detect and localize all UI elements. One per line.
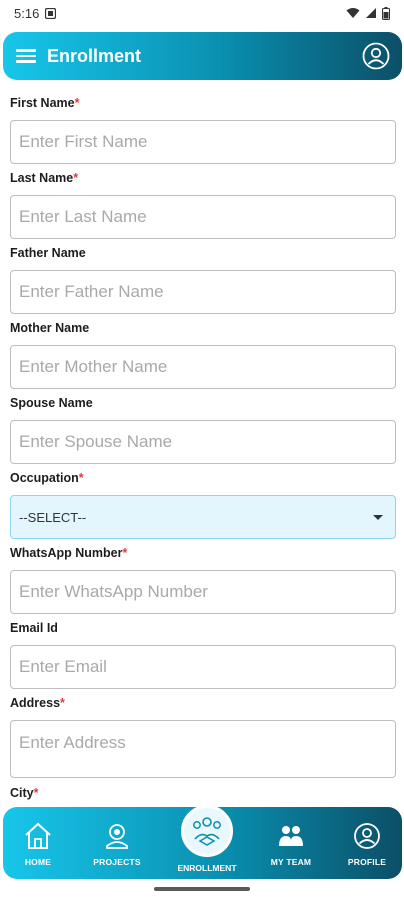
city-field: City* bbox=[10, 784, 396, 802]
nav-home[interactable]: HOME bbox=[3, 821, 73, 867]
nav-my-team[interactable]: MY TEAM bbox=[256, 821, 326, 867]
nav-enrollment[interactable]: ENROLLMENT bbox=[167, 805, 247, 873]
father-name-input[interactable] bbox=[10, 270, 396, 314]
last-name-label: Last Name bbox=[10, 171, 74, 185]
first-name-field: First Name* bbox=[10, 94, 396, 164]
home-icon bbox=[23, 821, 53, 851]
city-label: City bbox=[10, 786, 34, 800]
signal-icon bbox=[365, 7, 377, 19]
mother-name-label: Mother Name bbox=[10, 321, 90, 335]
occupation-label: Occupation bbox=[10, 471, 79, 485]
father-name-label: Father Name bbox=[10, 246, 86, 260]
enrollment-screen: 5:16 Enrollment First Name* Enter First … bbox=[0, 0, 404, 900]
status-time: 5:16 bbox=[14, 5, 40, 21]
spouse-name-input[interactable] bbox=[10, 420, 396, 464]
email-label: Email Id bbox=[10, 621, 58, 635]
nav-home-label: HOME bbox=[24, 857, 52, 867]
email-field: Email Id bbox=[10, 619, 396, 689]
required-marker: * bbox=[122, 546, 128, 560]
whatsapp-label: WhatsApp Number bbox=[10, 546, 123, 560]
nav-my-team-label: MY TEAM bbox=[270, 857, 312, 867]
address-field: Address* bbox=[10, 694, 396, 783]
nav-profile-label: PROFILE bbox=[347, 857, 387, 867]
spouse-name-label: Spouse Name bbox=[10, 396, 93, 410]
first-name-label: First Name bbox=[10, 96, 75, 110]
email-input[interactable] bbox=[10, 645, 396, 689]
wifi-icon bbox=[346, 7, 360, 19]
father-name-field: Father Name bbox=[10, 244, 396, 314]
mother-name-input[interactable] bbox=[10, 345, 396, 389]
spouse-name-field: Spouse Name bbox=[10, 394, 396, 464]
last-name-input[interactable] bbox=[10, 195, 396, 239]
team-icon bbox=[276, 821, 306, 851]
mother-name-field: Mother Name bbox=[10, 319, 396, 389]
occupation-selected-value: --SELECT-- bbox=[19, 509, 87, 525]
occupation-field: Occupation* --SELECT-- bbox=[10, 469, 396, 539]
projects-icon bbox=[102, 821, 132, 851]
address-input[interactable] bbox=[10, 720, 396, 778]
occupation-select[interactable]: --SELECT-- bbox=[10, 495, 396, 539]
enrollment-icon bbox=[181, 805, 233, 857]
page-title: Enrollment bbox=[47, 45, 142, 66]
battery-icon bbox=[382, 6, 390, 20]
account-circle-icon[interactable] bbox=[362, 42, 390, 70]
whatsapp-input[interactable] bbox=[10, 570, 396, 614]
gesture-handle[interactable] bbox=[154, 887, 250, 891]
nav-enrollment-label: ENROLLMENT bbox=[177, 863, 237, 873]
required-marker: * bbox=[74, 96, 80, 110]
required-marker: * bbox=[60, 696, 65, 710]
hamburger-menu-icon[interactable] bbox=[15, 47, 37, 65]
notification-icon bbox=[45, 7, 57, 19]
required-marker: * bbox=[78, 471, 84, 485]
profile-icon bbox=[352, 821, 382, 851]
nav-projects[interactable]: PROJECTS bbox=[82, 821, 152, 867]
nav-projects-label: PROJECTS bbox=[93, 857, 141, 867]
dropdown-caret-icon bbox=[373, 514, 383, 520]
whatsapp-field: WhatsApp Number* bbox=[10, 544, 396, 614]
required-marker: * bbox=[33, 786, 39, 800]
last-name-field: Last Name* bbox=[10, 169, 396, 239]
nav-profile[interactable]: PROFILE bbox=[332, 821, 402, 867]
app-bar: Enrollment bbox=[3, 32, 402, 80]
first-name-input[interactable] bbox=[10, 120, 396, 164]
bottom-navigation: HOME PROJECTS ENROLLMENT MY TEAM PROFILE bbox=[3, 805, 402, 879]
address-label: Address bbox=[10, 696, 61, 710]
status-bar: 5:16 bbox=[0, 0, 404, 26]
required-marker: * bbox=[73, 171, 79, 185]
